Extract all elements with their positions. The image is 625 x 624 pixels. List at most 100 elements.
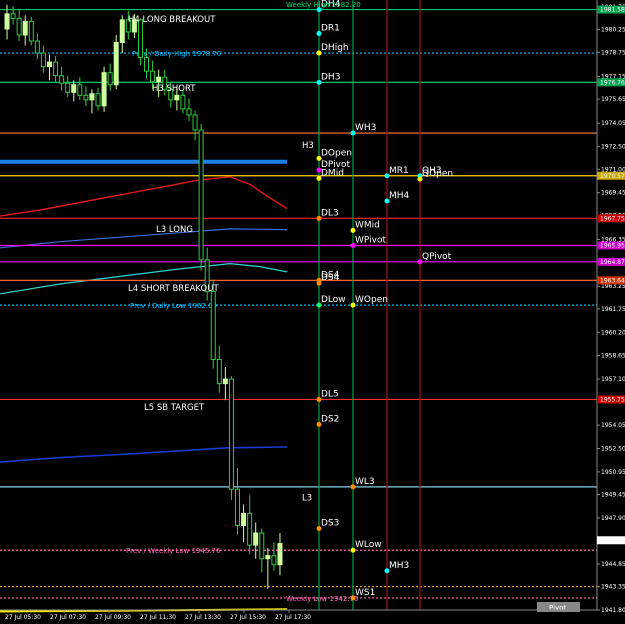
candle-body — [156, 76, 162, 83]
zone-label: H3 — [302, 141, 314, 151]
candle-body — [247, 512, 253, 546]
price-badge-text: 1981.58 — [600, 7, 625, 14]
time-tick-label: 27 Jul 11:30 — [140, 614, 176, 621]
pivot-label: DR1 — [321, 23, 340, 33]
price-tick-label: 1952.50 — [601, 446, 625, 453]
zone-label: L5 SB TARGET — [144, 403, 205, 413]
candle-body — [59, 75, 65, 84]
candle-body — [119, 19, 125, 43]
candle-body — [16, 17, 22, 36]
price-tick-label: 1957.10 — [601, 376, 625, 383]
candle-body — [46, 61, 52, 68]
price-tick-label: 1978.75 — [601, 49, 625, 56]
pivot-label: DH3 — [321, 72, 340, 82]
candle-body — [53, 61, 59, 77]
time-tick-label: 27 Jul 07:30 — [50, 614, 86, 621]
ma-line-red — [0, 176, 288, 217]
candle-body — [150, 70, 156, 83]
price-tick-label: 1947.90 — [601, 515, 625, 522]
candle-body — [22, 20, 28, 36]
pivot-label: QPivot — [422, 252, 452, 262]
time-tick-label: 27 Jul 13:30 — [185, 614, 221, 621]
candle-body — [101, 72, 107, 107]
time-tick-label: 27 Jul 17:30 — [275, 614, 311, 621]
candle-body — [228, 378, 234, 490]
candle-body — [65, 82, 71, 93]
candle-body — [222, 378, 228, 385]
candle-body — [259, 532, 265, 560]
candle-body — [137, 19, 143, 59]
candle-body — [28, 20, 34, 42]
pivot-button-label: Pivot — [549, 604, 566, 612]
price-tick-label: 1944.85 — [601, 561, 625, 568]
price-badge-text: 1955.75 — [600, 396, 625, 403]
price-axis: 1981.751980.251978.751977.151975.651974.… — [596, 0, 625, 624]
price-badge-text: 1963.64 — [600, 277, 625, 284]
candle-body — [265, 555, 271, 560]
time-tick-label: 27 Jul 09:30 — [95, 614, 131, 621]
pivot-label: QOpen — [422, 169, 453, 179]
price-badge-text: 1970.57 — [600, 173, 625, 180]
candle-body — [107, 72, 113, 86]
zone-label: L3 — [302, 494, 312, 504]
price-badge-text: 1965.95 — [600, 242, 625, 249]
candle-body — [277, 543, 283, 566]
zone-label: L4 SHORT BREAKOUT — [128, 284, 219, 294]
pivot-label: DOpen — [321, 148, 352, 158]
price-tick-label: 1949.45 — [601, 492, 625, 499]
pivot-label: WLow — [355, 540, 382, 550]
candle-body — [113, 41, 119, 86]
candle-body — [253, 532, 259, 546]
candle-body — [210, 291, 216, 360]
top-text: Weekly High 1982.20 — [286, 1, 361, 9]
pivot-label: DS2 — [321, 414, 339, 424]
pivot-label: WH3 — [355, 123, 376, 133]
price-tick-label: 1958.65 — [601, 353, 625, 360]
candle-body — [186, 108, 192, 116]
price-tick-label: 1974.05 — [601, 120, 625, 127]
candle-body — [192, 114, 198, 131]
pivot-label: WOpen — [355, 295, 388, 305]
level-caption: Weekly Low 1942.70 — [286, 595, 358, 603]
candle-body — [77, 84, 83, 96]
candle-body — [241, 512, 247, 526]
price-tick-label: 1961.75 — [601, 306, 625, 313]
candle-body — [71, 84, 77, 93]
time-tick-label: 27 Jul 05:30 — [5, 614, 41, 621]
candle-body — [34, 40, 40, 54]
candle-body — [10, 13, 16, 19]
time-tick-label: 27 Jul 15:30 — [230, 614, 266, 621]
zone-label: L3 LONG — [156, 225, 193, 235]
zone-label: H3 SHORT — [152, 84, 196, 94]
candle-body — [95, 93, 101, 107]
pivot-label: DHigh — [321, 43, 349, 53]
pivot-label: MH4 — [389, 191, 410, 201]
pivot-label: MR1 — [389, 166, 409, 176]
price-badge-text: 1964.87 — [600, 259, 625, 266]
pivot-label: MH3 — [389, 561, 409, 571]
pivot-label: DMid — [321, 168, 344, 178]
pivot-label: WPivot — [355, 235, 386, 245]
candle-body — [180, 94, 186, 110]
candle-body — [89, 93, 95, 101]
price-tick-label: 1975.65 — [601, 96, 625, 103]
pivot-label: WS1 — [355, 588, 375, 598]
candle-body — [40, 52, 46, 68]
level-caption: Prev / Daily High 1978.70 — [132, 50, 221, 58]
price-tick-label: 1980.25 — [601, 27, 625, 34]
price-tick-label: 1943.35 — [601, 584, 625, 591]
pivot-label: DL3 — [321, 208, 339, 218]
ma-line-navy — [0, 446, 288, 463]
pivot-label: DS4 — [321, 273, 340, 283]
price-tick-label: 1941.80 — [601, 607, 625, 614]
plot-area: Prev / Daily High 1978.70 Prev / Daily Lo… — [0, 0, 597, 613]
price-badge-text: 1967.75 — [600, 215, 625, 222]
zone-label: H4 LONG BREAKOUT — [128, 15, 216, 25]
candle-body — [83, 94, 89, 101]
price-tick-label: 1954.05 — [601, 422, 625, 429]
candle-body — [216, 358, 222, 385]
candle-body — [174, 94, 180, 101]
pivot-label: DL5 — [321, 389, 339, 399]
candle-body — [198, 129, 204, 261]
price-chart[interactable]: Prev / Daily High 1978.70 Prev / Daily Lo… — [0, 0, 625, 624]
